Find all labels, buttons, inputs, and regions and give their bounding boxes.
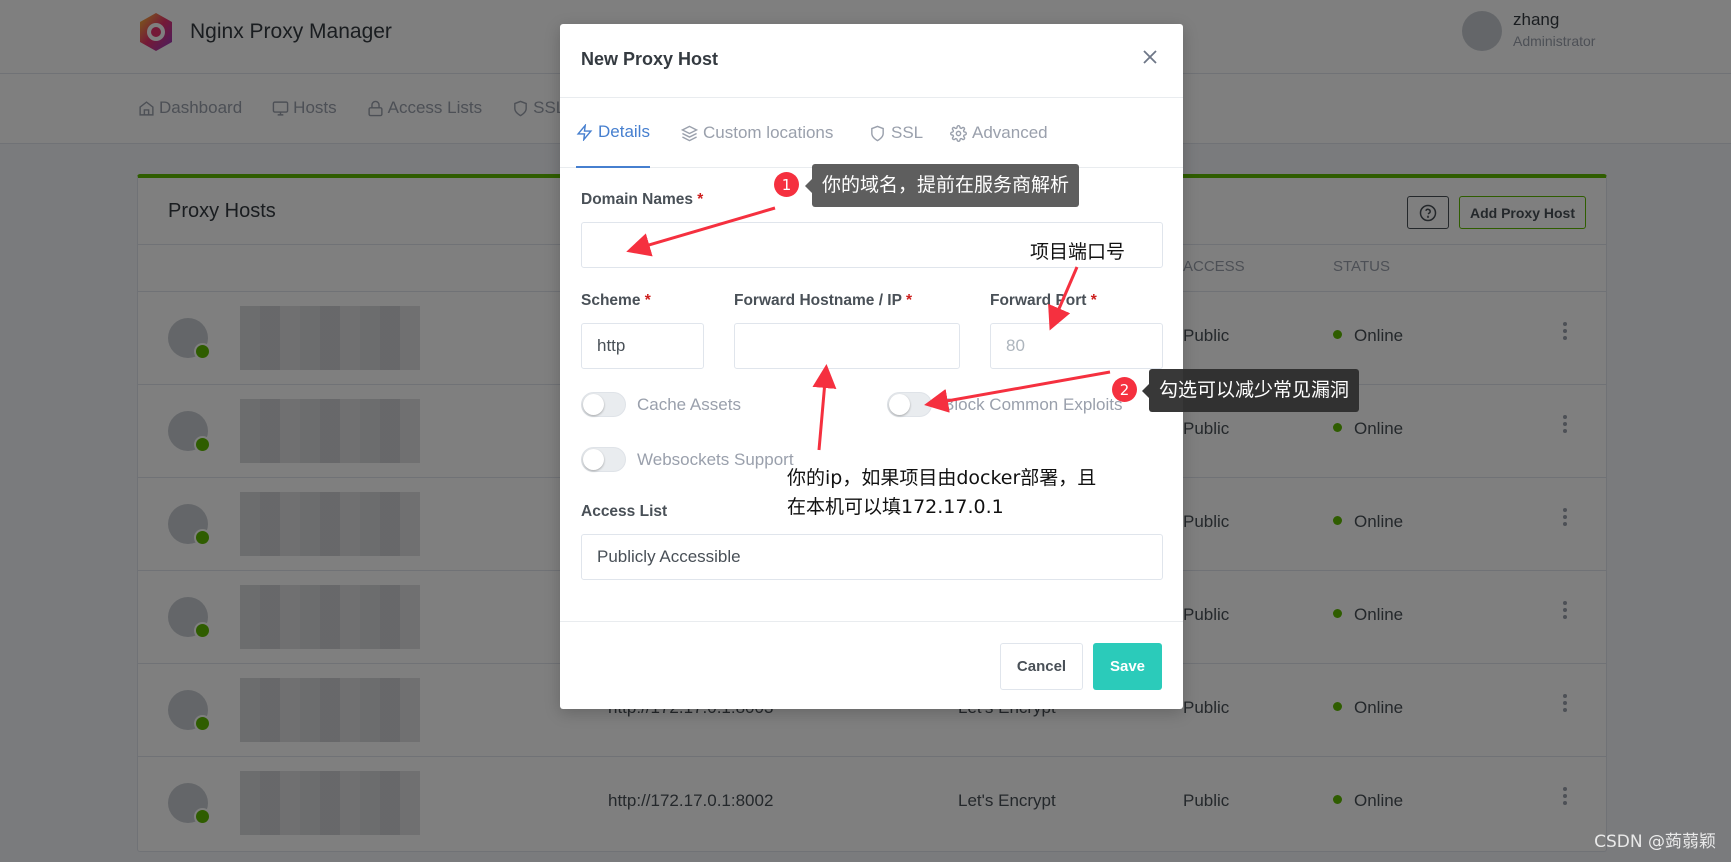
annotation-badge-1: 1 <box>774 172 799 197</box>
toggle-switch[interactable] <box>581 392 626 417</box>
forward-hostname-input[interactable] <box>734 323 960 369</box>
toggle-switch[interactable] <box>887 392 932 417</box>
gear-icon <box>950 124 967 142</box>
scheme-input[interactable] <box>581 323 704 369</box>
toggle-label: Cache Assets <box>637 394 741 414</box>
access-list-label: Access List <box>581 503 668 520</box>
required-mark: * <box>697 191 704 208</box>
layers-icon <box>681 125 698 141</box>
tab-label: Advanced <box>972 123 1048 142</box>
scheme-label: Scheme * <box>581 292 651 309</box>
shield-icon <box>871 125 884 141</box>
block-common-exploits-toggle[interactable]: Block Common Exploits <box>887 392 1123 417</box>
annotation-tip-exploits: 勾选可以减少常见漏洞 <box>1141 369 1360 412</box>
modal-header: New Proxy Host <box>560 24 1183 98</box>
cancel-button[interactable]: Cancel <box>1000 643 1083 690</box>
websockets-support-toggle[interactable]: Websockets Support <box>581 447 794 472</box>
watermark: CSDN @蒟蒻颖 <box>1594 832 1716 852</box>
tab-details[interactable]: Details <box>576 98 650 168</box>
close-icon <box>1143 50 1157 64</box>
tab-ssl[interactable]: SSL <box>869 98 923 168</box>
toggle-label: Websockets Support <box>637 449 794 469</box>
cache-assets-toggle[interactable]: Cache Assets <box>581 392 741 417</box>
close-button[interactable] <box>1139 46 1161 68</box>
toggle-label: Block Common Exploits <box>943 394 1123 414</box>
zap-icon <box>576 123 593 141</box>
forward-port-input[interactable] <box>990 323 1163 369</box>
tab-label: SSL <box>891 123 924 142</box>
domain-names-label: Domain Names * <box>581 191 704 208</box>
required-mark: * <box>644 292 651 309</box>
required-mark: * <box>1090 292 1097 309</box>
tab-label: Details <box>598 122 650 141</box>
annotation-tip-domain: 你的域名，提前在服务商解析 <box>804 164 1080 207</box>
tab-advanced[interactable]: Advanced <box>950 98 1048 168</box>
forward-port-label: Forward Port * <box>990 292 1097 309</box>
modal-title: New Proxy Host <box>581 49 719 69</box>
save-button[interactable]: Save <box>1093 643 1162 690</box>
annotation-badge-2: 2 <box>1112 377 1137 402</box>
new-proxy-host-modal: New Proxy Host Details Custom locations … <box>560 24 1183 709</box>
forward-hostname-label: Forward Hostname / IP * <box>734 292 913 309</box>
access-list-select[interactable] <box>581 534 1163 580</box>
toggle-switch[interactable] <box>581 447 626 472</box>
tab-custom-locations[interactable]: Custom locations <box>681 98 833 168</box>
annotation-ip-note: 你的ip，如果项目由docker部署，且 在本机可以填172.17.0.1 <box>787 467 1097 518</box>
tab-label: Custom locations <box>703 123 834 142</box>
modal-footer: Cancel Save <box>560 621 1183 709</box>
required-mark: * <box>905 292 913 309</box>
modal-tabs: Details Custom locations SSL Advanced <box>560 98 1183 168</box>
annotation-port-note: 项目端口号 <box>1030 241 1126 263</box>
